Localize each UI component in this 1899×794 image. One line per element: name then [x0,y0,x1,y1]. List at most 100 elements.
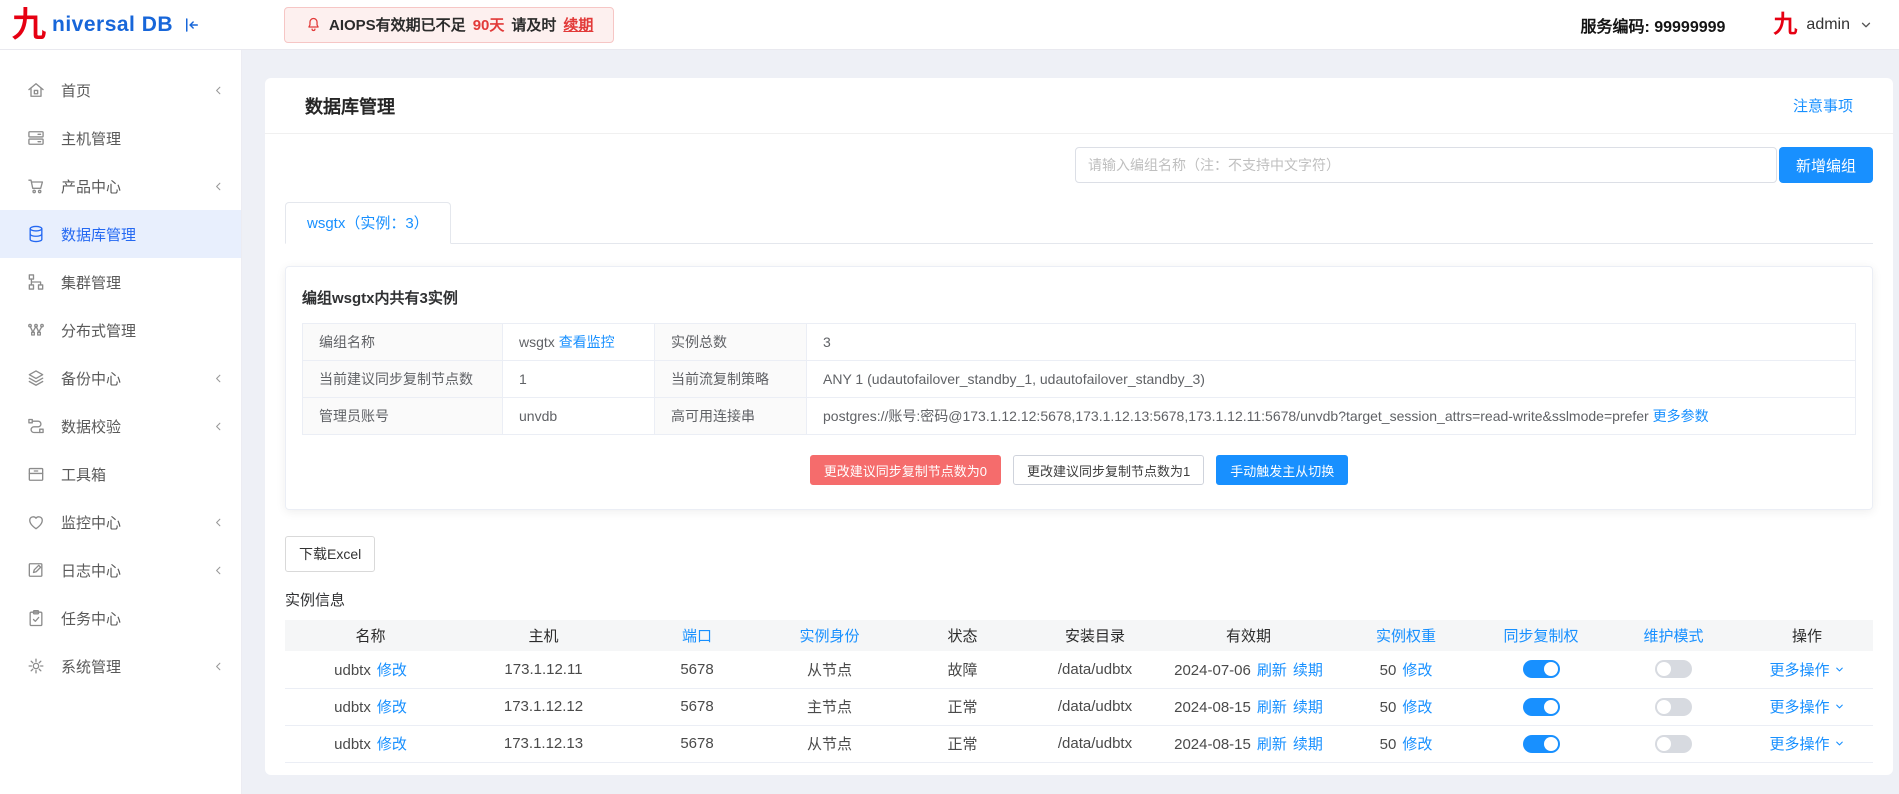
more-actions-link[interactable]: 更多操作 [1769,659,1844,680]
info-value: wsgtx [519,334,555,350]
info-label: 高可用连接串 [654,397,807,435]
sidebar-collapse-icon[interactable] [183,16,201,34]
sidebar-item-products[interactable]: 产品中心 [0,162,241,210]
set-sync-nodes-1-button[interactable]: 更改建议同步复制节点数为1 [1012,455,1205,485]
column-header[interactable]: 实例权重 [1336,620,1476,651]
column-header[interactable]: 实例身份 [763,620,896,651]
port-cell: 5678 [631,725,763,763]
renew-link[interactable]: 续期 [1293,662,1323,679]
column-header[interactable]: 同步复制权 [1476,620,1606,651]
install-dir-cell: /data/udbtx [1029,688,1161,726]
info-value: 3 [823,334,831,350]
sync-replication-toggle[interactable] [1522,697,1560,716]
group-info-row: 编组名称 wsgtx 查看监控 实例总数 3 [302,323,1856,361]
sidebar-item-label: 系统管理 [61,658,122,676]
sidebar-item-backup[interactable]: 备份中心 [0,354,241,402]
group-summary-panel: 编组wsgtx内共有3实例 编组名称 wsgtx 查看监控 实例总数 3 当前建… [285,266,1873,510]
weight-modify-link[interactable]: 修改 [1402,699,1432,716]
status-cell: 正常 [896,725,1029,763]
app-logo: 九 niversal DB [0,8,242,42]
sidebar-item-hosts[interactable]: 主机管理 [0,114,241,162]
refresh-link[interactable]: 刷新 [1257,662,1287,679]
more-params-link[interactable]: 更多参数 [1653,408,1709,424]
renew-link[interactable]: 续期 [1293,699,1323,716]
group-info-row: 当前建议同步复制节点数 1 当前流复制策略 ANY 1 (udautofailo… [302,360,1856,398]
sidebar-item-distributed[interactable]: 分布式管理 [0,306,241,354]
modify-name-link[interactable]: 修改 [377,736,407,753]
chevron-down-icon [1834,701,1845,712]
notice-link[interactable]: 注意事项 [1793,95,1853,116]
group-search-input[interactable] [1074,147,1777,183]
weight-modify-link[interactable]: 修改 [1402,662,1432,679]
sidebar-item-logs[interactable]: 日志中心 [0,546,241,594]
expiry-date: 2024-08-15 [1174,699,1251,716]
sidebar-item-databases[interactable]: 数据库管理 [0,210,241,258]
sidebar-item-label: 分布式管理 [61,322,137,340]
view-monitor-link[interactable]: 查看监控 [559,334,615,350]
chevron-left-icon [212,180,225,193]
column-header: 操作 [1741,620,1873,651]
clipboard-icon [26,608,46,628]
sidebar-item-toolbox[interactable]: 工具箱 [0,450,241,498]
weight-modify-link[interactable]: 修改 [1402,736,1432,753]
more-actions-link[interactable]: 更多操作 [1769,696,1844,717]
port-cell: 5678 [631,651,763,689]
install-dir-cell: /data/udbtx [1029,651,1161,689]
sidebar-item-home[interactable]: 首页 [0,66,241,114]
sidebar-item-tasks[interactable]: 任务中心 [0,594,241,642]
modify-name-link[interactable]: 修改 [377,699,407,716]
refresh-link[interactable]: 刷新 [1257,699,1287,716]
tab-group-0[interactable]: wsgtx（实例：3） [285,202,451,244]
instance-table: 名称 主机 端口 实例身份 状态 安装目录 有效期 实例权重 同步复制权 维护模式 操作 udbtx… [285,620,1873,763]
manual-failover-button[interactable]: 手动触发主从切换 [1216,455,1349,485]
sidebar-item-clusters[interactable]: 集群管理 [0,258,241,306]
chevron-down-icon [1834,664,1845,675]
chevron-left-icon [212,564,225,577]
sidebar-item-label: 备份中心 [61,370,122,388]
home-icon [26,80,46,100]
sidebar-item-validation[interactable]: 数据校验 [0,402,241,450]
renew-link[interactable]: 续期 [1293,736,1323,753]
maintenance-toggle[interactable] [1655,660,1692,679]
group-info-row: 管理员账号 unvdb 高可用连接串 postgres://账号:密码@173.… [302,397,1856,435]
set-sync-nodes-0-button[interactable]: 更改建议同步复制节点数为0 [809,455,1001,485]
distributed-icon [26,320,46,340]
sidebar-item-system[interactable]: 系统管理 [0,642,241,690]
info-value: postgres://账号:密码@173.1.12.12:5678,173.1.… [823,408,1649,424]
maintenance-toggle[interactable] [1655,697,1692,716]
weight-value: 50 [1379,736,1397,753]
sync-replication-toggle[interactable] [1522,734,1560,753]
modify-name-link[interactable]: 修改 [377,662,407,679]
chevron-left-icon [212,84,225,97]
column-header[interactable]: 端口 [631,620,763,651]
layers-icon [26,368,46,388]
download-excel-button[interactable]: 下载Excel [285,536,376,572]
weight-value: 50 [1379,661,1397,679]
user-menu[interactable]: 九 admin [1773,12,1873,37]
column-header: 名称 [285,620,456,651]
sync-replication-toggle[interactable] [1522,660,1560,679]
renew-license-link[interactable]: 续期 [563,14,593,35]
sidebar-item-monitoring[interactable]: 监控中心 [0,498,241,546]
column-header: 状态 [896,620,1029,651]
logo-text: niversal DB [52,12,174,36]
sidebar-item-label: 数据库管理 [61,226,137,244]
logo-han-icon: 九 [12,5,46,44]
chevron-down-icon [1834,738,1845,749]
toolbox-icon [26,464,46,484]
info-label: 当前建议同步复制节点数 [302,360,503,398]
warning-text-mid: 请及时 [511,17,557,34]
add-group-button[interactable]: 新增编组 [1778,147,1873,183]
flow-icon [26,416,46,436]
maintenance-toggle[interactable] [1655,734,1692,753]
info-label: 编组名称 [302,323,503,361]
column-header[interactable]: 维护模式 [1606,620,1741,651]
refresh-link[interactable]: 刷新 [1257,736,1287,753]
instance-table-header-row: 名称 主机 端口 实例身份 状态 安装目录 有效期 实例权重 同步复制权 维护模式 操作 [285,620,1873,651]
server-icon [26,128,46,148]
page-title: 数据库管理 [305,96,395,117]
column-header: 主机 [456,620,631,651]
more-actions-link[interactable]: 更多操作 [1769,733,1844,754]
gear-icon [26,656,46,676]
instance-name: udbtx [334,661,371,679]
